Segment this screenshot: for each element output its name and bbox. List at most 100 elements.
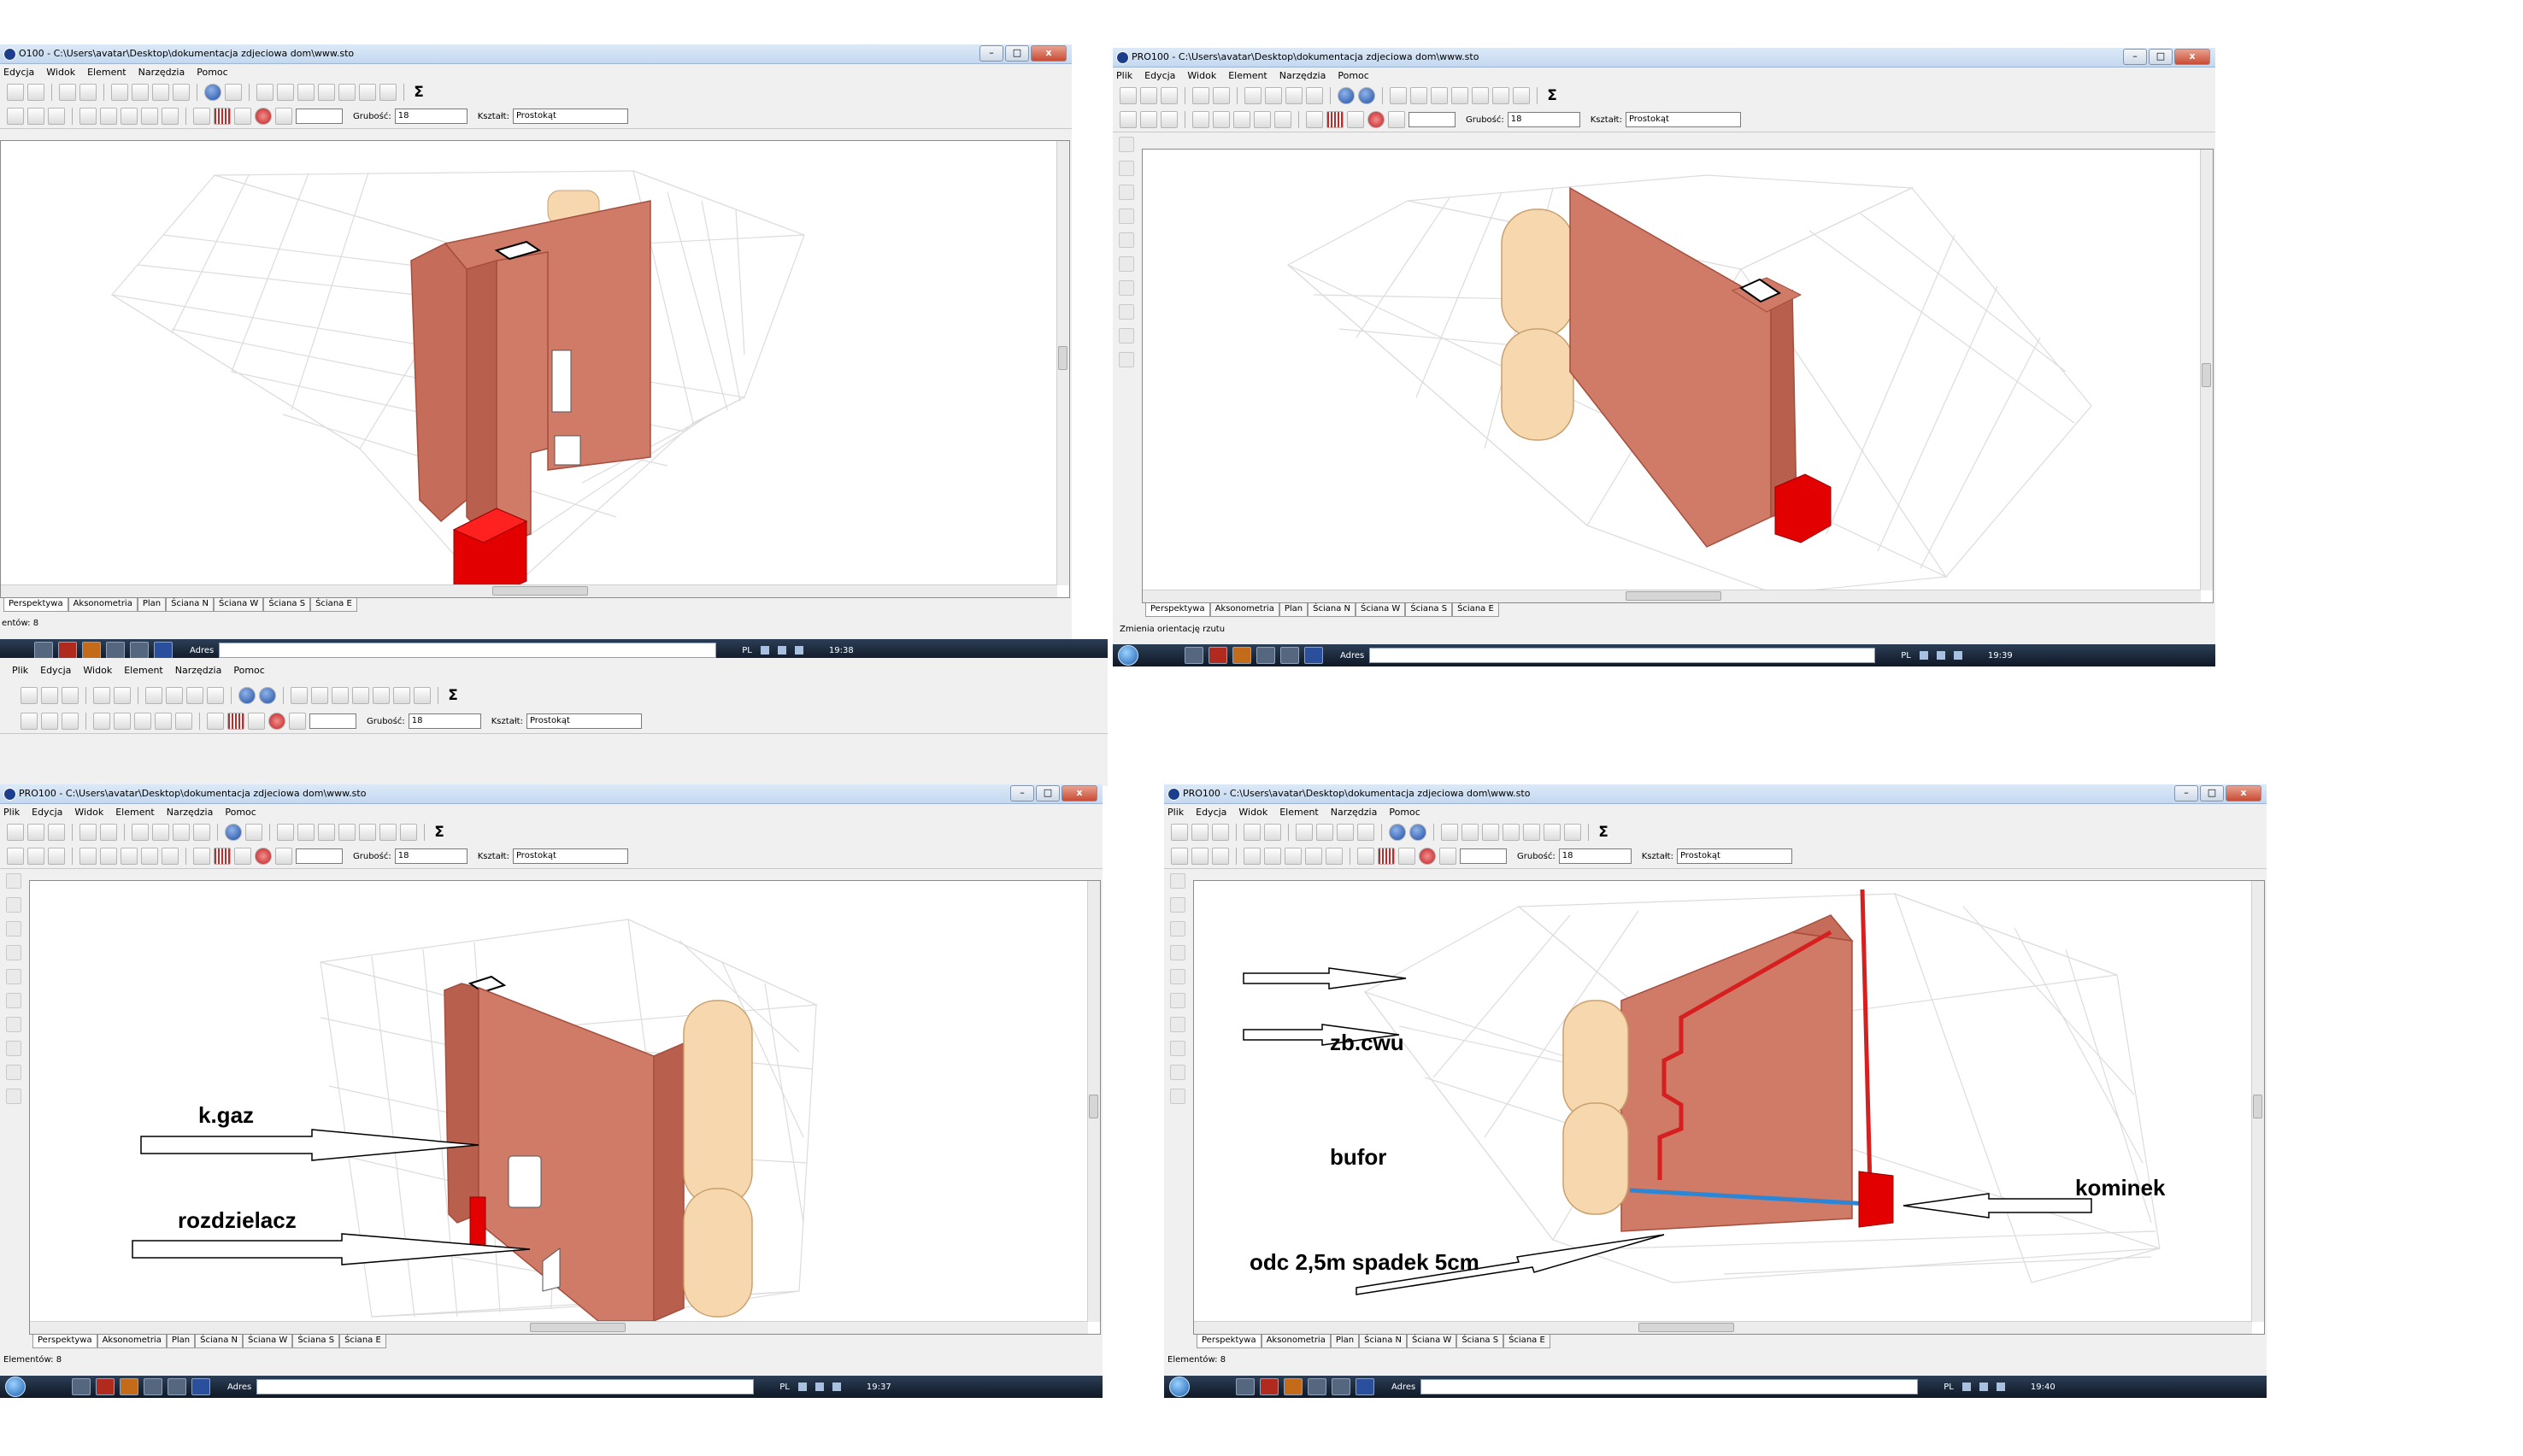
menu-pomoc[interactable]: Pomoc [1389, 807, 1420, 818]
pointer-icon[interactable] [6, 873, 21, 889]
minimize-button[interactable]: – [2123, 49, 2147, 65]
view-side-icon[interactable] [27, 108, 44, 125]
vertical-scrollbar[interactable] [2200, 150, 2213, 590]
undo-icon[interactable] [1338, 87, 1355, 104]
grubosc-field[interactable]: 18 [394, 848, 468, 864]
menu-widok[interactable]: Widok [83, 665, 112, 676]
explorer-taskbar-icon[interactable] [34, 642, 53, 659]
view-top-icon[interactable] [1212, 848, 1229, 865]
menu-edycja[interactable]: Edycja [40, 665, 71, 676]
paste-icon[interactable] [152, 84, 169, 101]
zoom-field[interactable] [296, 109, 343, 124]
maximize-button[interactable]: □ [1005, 45, 1029, 62]
group-icon[interactable] [1513, 87, 1530, 104]
tab-sciana-e[interactable]: Ściana E [339, 1335, 386, 1348]
pro100-taskbar-icon[interactable] [191, 1378, 210, 1395]
shaded-icon[interactable] [100, 108, 117, 125]
zoom-icon[interactable] [1439, 848, 1456, 865]
align-left-icon[interactable] [1431, 87, 1448, 104]
media-taskbar-icon[interactable] [1232, 647, 1251, 664]
pro100-taskbar-icon[interactable] [1304, 647, 1323, 664]
ksztalt-select[interactable]: Prostokąt [1676, 848, 1792, 864]
new-icon[interactable] [1171, 824, 1188, 841]
preview-icon[interactable] [1264, 824, 1281, 841]
horizontal-scroll-thumb[interactable] [1626, 591, 1721, 601]
save-icon[interactable] [62, 687, 79, 704]
network-icon[interactable] [797, 1383, 807, 1391]
light-icon[interactable] [162, 848, 179, 865]
wireframe-icon[interactable] [79, 108, 97, 125]
preview-icon[interactable] [1213, 87, 1230, 104]
redo-icon[interactable] [245, 824, 262, 841]
tab-plan[interactable]: Plan [137, 598, 167, 612]
shaded-icon[interactable] [1264, 848, 1281, 865]
view-top-icon[interactable] [62, 713, 79, 730]
zoom-field[interactable] [1460, 848, 1507, 864]
tab-sciana-e[interactable]: Ściana E [310, 598, 357, 612]
delete-icon[interactable] [173, 84, 190, 101]
cut-icon[interactable] [111, 84, 128, 101]
menu-plik[interactable]: Plik [1116, 70, 1132, 81]
tool-icon[interactable] [1170, 1017, 1185, 1032]
properties-icon[interactable] [277, 84, 294, 101]
sum-icon[interactable]: Σ [432, 824, 447, 841]
tab-aksonometria[interactable]: Aksonometria [97, 1335, 167, 1348]
tool-icon[interactable] [6, 993, 21, 1008]
address-field[interactable] [1369, 648, 1876, 663]
tool-icon[interactable] [1170, 921, 1185, 936]
preview-icon[interactable] [114, 687, 131, 704]
align-right-icon[interactable] [1503, 824, 1520, 841]
tab-aksonometria[interactable]: Aksonometria [1209, 603, 1279, 617]
browser-taskbar-icon[interactable] [1209, 647, 1227, 664]
magnet-icon[interactable] [1347, 111, 1364, 128]
tab-sciana-w[interactable]: Ściana W [243, 1335, 293, 1348]
zoom-field[interactable] [1409, 112, 1456, 127]
open-icon[interactable] [1191, 824, 1209, 841]
render-icon[interactable] [155, 713, 172, 730]
browser-taskbar-icon[interactable] [96, 1378, 115, 1395]
menu-pomoc[interactable]: Pomoc [233, 665, 264, 676]
grid-icon[interactable] [227, 713, 244, 730]
language-indicator[interactable]: PL [742, 646, 752, 655]
tab-plan[interactable]: Plan [166, 1335, 196, 1348]
flag-icon[interactable] [832, 1383, 841, 1391]
grubosc-field[interactable]: 18 [1507, 112, 1580, 127]
horizontal-scrollbar[interactable] [1194, 1321, 2252, 1334]
menu-edycja[interactable]: Edycja [1196, 807, 1226, 818]
paste-icon[interactable] [1285, 87, 1303, 104]
group-icon[interactable] [414, 687, 431, 704]
snap-icon[interactable] [1367, 111, 1385, 128]
maximize-button[interactable]: □ [2200, 785, 2224, 801]
tab-sciana-s[interactable]: Ściana S [263, 598, 311, 612]
tab-sciana-e[interactable]: Ściana E [1503, 1335, 1550, 1348]
align-left-icon[interactable] [1482, 824, 1499, 841]
volume-icon[interactable] [1936, 651, 1945, 660]
menu-narzedzia[interactable]: Narzędzia [1279, 70, 1326, 81]
tool-icon[interactable] [1170, 1065, 1185, 1080]
ksztalt-select[interactable]: Prostokąt [512, 848, 628, 864]
tool-icon[interactable] [1119, 328, 1134, 343]
align-bottom-icon[interactable] [393, 687, 410, 704]
minimize-button[interactable]: – [2174, 785, 2198, 801]
explorer-taskbar-icon[interactable] [1185, 647, 1203, 664]
pointer-icon[interactable] [1119, 137, 1134, 152]
undo-icon[interactable] [204, 84, 221, 101]
tab-sciana-s[interactable]: Ściana S [292, 1335, 340, 1348]
zoom-icon[interactable] [289, 713, 306, 730]
horizontal-scrollbar[interactable] [1, 584, 1057, 597]
align-bottom-icon[interactable] [1544, 824, 1561, 841]
select-icon[interactable] [1119, 161, 1134, 176]
measure-icon[interactable] [1306, 111, 1323, 128]
tool-icon[interactable] [1119, 280, 1134, 296]
pro100-taskbar-icon[interactable] [1356, 1378, 1374, 1395]
align-right-icon[interactable] [1451, 87, 1468, 104]
app-taskbar-icon[interactable] [130, 642, 149, 659]
language-indicator[interactable]: PL [1944, 1383, 1954, 1392]
zoom-field[interactable] [296, 848, 343, 864]
view-top-icon[interactable] [1161, 111, 1178, 128]
media-taskbar-icon[interactable] [1284, 1378, 1303, 1395]
menu-widok[interactable]: Widok [1187, 70, 1216, 81]
new-icon[interactable] [21, 687, 38, 704]
close-button[interactable]: x [1062, 785, 1097, 801]
properties-icon[interactable] [311, 687, 328, 704]
